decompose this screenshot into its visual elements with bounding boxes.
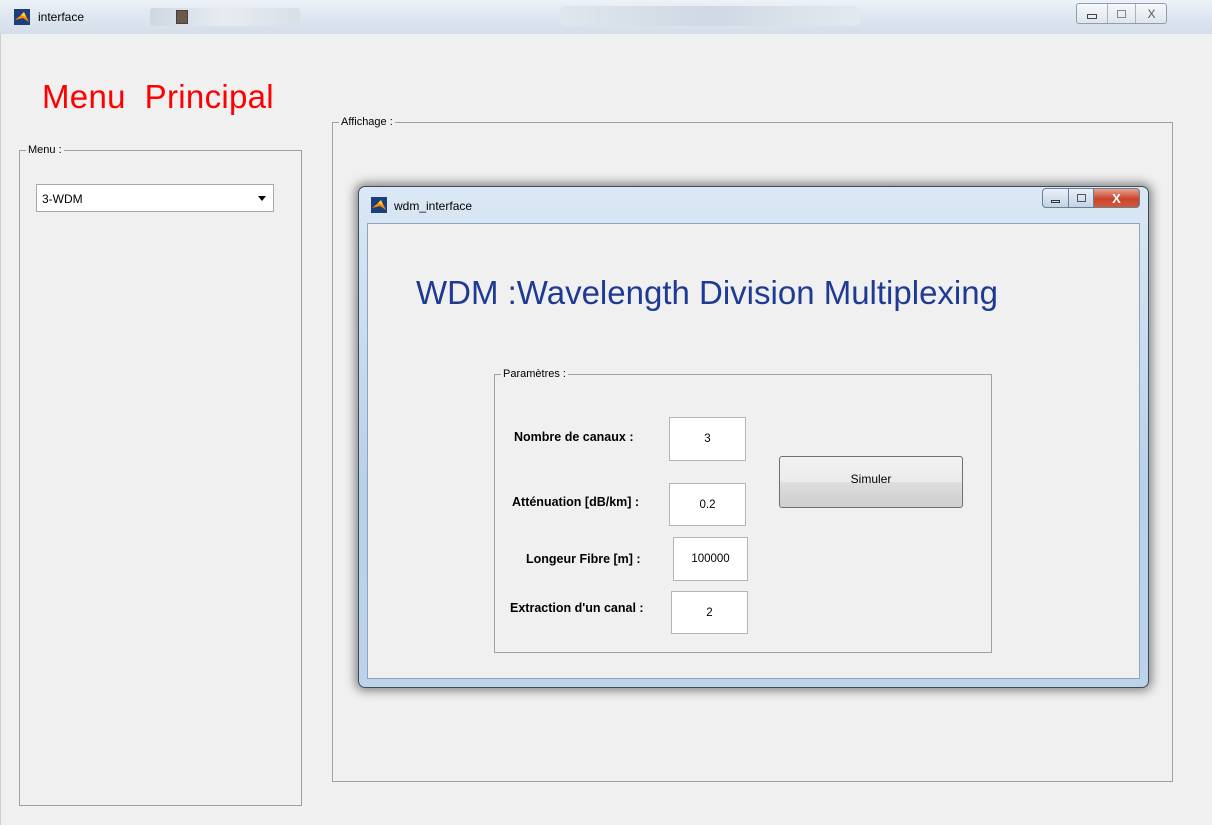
window-controls: X — [1076, 3, 1167, 24]
wdm-window-controls: X — [1042, 188, 1140, 208]
window-title: interface — [38, 10, 85, 24]
simulate-button[interactable]: Simuler — [779, 456, 963, 508]
title-bar: interface X — [0, 0, 1212, 34]
wdm-close-button[interactable]: X — [1094, 188, 1140, 208]
menu-select[interactable]: 3-WDM — [36, 184, 274, 212]
close-icon: X — [1112, 190, 1121, 206]
matlab-icon — [371, 197, 387, 213]
close-button[interactable]: X — [1135, 4, 1167, 23]
wdm-minimize-button[interactable] — [1042, 188, 1069, 208]
param-label-attenuation: Atténuation [dB/km] : — [512, 495, 640, 509]
param-label-channels: Nombre de canaux : — [514, 430, 634, 444]
parameters-group-label: Paramètres : — [503, 368, 566, 380]
param-input-fiber-length[interactable]: 100000 — [673, 537, 748, 581]
minimize-icon — [1051, 199, 1060, 203]
param-input-channel-extraction[interactable]: 2 — [671, 591, 748, 634]
menu-group: Menu : — [19, 144, 302, 806]
title-bar-blur — [560, 6, 860, 26]
maximize-icon — [1117, 9, 1126, 18]
param-input-channels[interactable]: 3 — [669, 417, 746, 461]
wdm-heading: WDM :Wavelength Division Multiplexing — [416, 274, 998, 311]
maximize-button[interactable] — [1107, 4, 1135, 23]
minimize-icon — [1087, 14, 1097, 19]
minimize-button[interactable] — [1077, 4, 1107, 23]
param-label-fiber-length: Longeur Fibre [m] : — [526, 552, 641, 566]
main-window: interface X Menu Principal Menu : 3-WDM … — [0, 0, 1212, 825]
menu-heading: Menu Principal — [42, 78, 274, 115]
title-bar-blur — [150, 8, 300, 26]
menu-select-value: 3-WDM — [42, 192, 83, 206]
display-group-label: Affichage : — [341, 116, 393, 128]
matlab-icon — [14, 9, 30, 25]
wdm-window-title: wdm_interface — [394, 199, 473, 213]
param-label-channel-extraction: Extraction d'un canal : — [510, 601, 644, 615]
param-input-attenuation[interactable]: 0.2 — [669, 483, 746, 526]
wdm-window: wdm_interface X WDM :Wavelength Division… — [358, 186, 1149, 688]
taskbar-thumbnail-icon — [176, 10, 188, 24]
menu-group-label: Menu : — [28, 144, 62, 156]
dropdown-arrow-icon[interactable] — [254, 188, 270, 208]
wdm-client-area: WDM :Wavelength Division Multiplexing Pa… — [367, 223, 1140, 679]
maximize-icon — [1076, 194, 1086, 202]
close-icon: X — [1147, 6, 1156, 21]
wdm-maximize-button[interactable] — [1069, 188, 1094, 208]
